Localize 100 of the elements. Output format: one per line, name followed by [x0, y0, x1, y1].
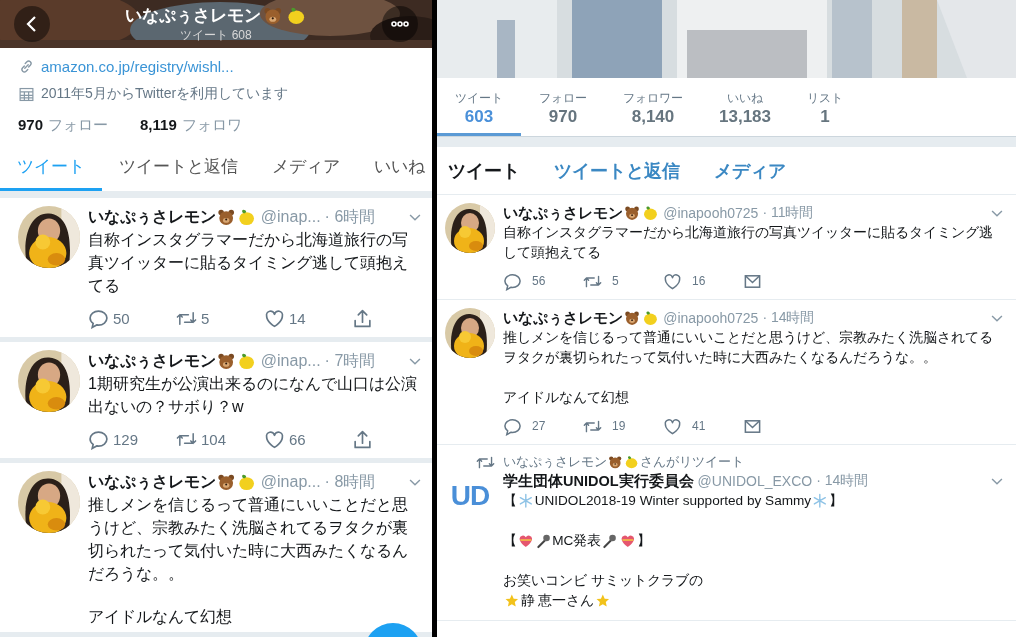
tweet-time: · 8時間	[324, 471, 376, 492]
like-button[interactable]: 16	[663, 268, 743, 294]
reply-button[interactable]: 50	[88, 303, 176, 333]
heart-icon	[518, 533, 534, 549]
snowflake-icon	[518, 493, 534, 509]
tweet-text: UNIDOL2018-19 Winter supported by Sammy	[534, 492, 812, 510]
user-handle: @inap...	[260, 352, 321, 370]
tab[interactable]: いいね	[357, 144, 432, 191]
tab[interactable]: メディア	[255, 144, 357, 191]
tweet-text: 】	[828, 492, 843, 510]
like-button[interactable]: 14	[264, 303, 352, 333]
user-name: いなぷぅさレモン	[88, 206, 216, 228]
bear-icon	[217, 207, 236, 227]
microphone-icon	[535, 533, 552, 549]
lemon-icon	[237, 351, 256, 371]
tweet-count: ツイート 608	[180, 27, 252, 44]
website-link[interactable]: amazon.co.jp/registry/wishl...	[41, 57, 234, 75]
profile-name: いなぷぅさレモン	[125, 5, 262, 27]
link-icon	[18, 57, 35, 75]
user-name: いなぷぅさレモン	[503, 308, 623, 328]
joined-date: 2011年5月からTwitterを利用しています	[41, 85, 289, 103]
tweet-text: 自称インスタグラマーだから北海道旅行の写真ツイッターに貼るタイミング逃して頭抱えてる	[503, 224, 994, 262]
tweet-text: 1期研究生が公演出来るのになんで山口は公演出ないの？サボり？w	[88, 374, 418, 417]
tweet-text: 静 恵一さん	[520, 592, 595, 610]
user-handle: @inapooh0725	[663, 205, 759, 221]
star-icon	[504, 593, 520, 609]
user-name: 学生団体UNIDOL実行委員会	[503, 471, 694, 491]
tweet-text: 推しメンを信じるって普通にいいことだと思うけど、宗教みたく洗脳されてるヲタクが裏切られたって気付いた時に大西みたくなるんだろうな。。	[503, 329, 994, 367]
tab[interactable]: ツイートと返信	[102, 144, 255, 191]
like-icon	[264, 307, 285, 329]
retweet-note: さんがリツイート	[639, 453, 744, 471]
tweet-time: · 6時間	[324, 206, 376, 227]
reply-button[interactable]: 56	[503, 268, 583, 294]
like-icon	[264, 428, 285, 450]
lemon-icon	[642, 204, 659, 222]
tweet-text: 推しメンを信じるって普通にいいことだと思うけど、宗教みたく洗脳されてるヲタクが裏切られたって気付いた時に大西みたくなるんだろうな。。	[88, 495, 409, 584]
tweet-text: アイドルなんて幻想	[503, 389, 629, 407]
tweet-time: · 7時間	[324, 350, 376, 371]
star-icon	[595, 593, 612, 609]
user-name: いなぷぅさレモン	[88, 471, 216, 493]
retweet-button[interactable]: 104	[176, 424, 264, 454]
bear-icon	[608, 454, 623, 470]
retweet-note: いなぷぅさレモン	[503, 453, 607, 471]
user-name: いなぷぅさレモン	[503, 203, 623, 223]
stat-tab[interactable]: フォロー 970	[521, 78, 605, 136]
tab[interactable]: ツイート	[448, 158, 520, 183]
bear-icon	[217, 472, 236, 492]
reply-button[interactable]: 27	[503, 413, 583, 439]
lemon-icon	[237, 207, 256, 227]
user-handle: @inapooh0725	[663, 310, 759, 326]
bear-icon	[263, 5, 283, 26]
back-button[interactable]	[14, 6, 50, 42]
stat-tab[interactable]: いいね 13,183	[701, 78, 789, 136]
heart-icon	[620, 533, 636, 549]
follow-count-link[interactable]: 8,119 フォロワ	[140, 115, 242, 135]
like-button[interactable]: 66	[264, 424, 352, 454]
like-icon	[663, 416, 682, 436]
share-icon	[352, 428, 373, 450]
tweet-text: 自称インスタグラマーだから北海道旅行の写真ツイッターに貼るタイミング逃して頭抱えてる	[88, 230, 409, 296]
bear-icon	[624, 309, 641, 327]
tweet-text: 】	[636, 532, 651, 550]
reply-icon	[503, 416, 522, 436]
share-icon	[352, 307, 373, 329]
like-icon	[663, 271, 682, 291]
follow-count-link[interactable]: 970 フォロー	[18, 115, 109, 135]
stat-tab[interactable]: リスト 1	[789, 78, 861, 136]
tab[interactable]: メディア	[714, 158, 786, 183]
user-name: いなぷぅさレモン	[88, 350, 216, 372]
user-handle: @inap...	[260, 473, 321, 491]
bear-icon	[624, 204, 641, 222]
bear-icon	[217, 351, 236, 371]
lemon-icon	[624, 454, 639, 470]
tweet-time: · 14時間	[816, 472, 869, 490]
snowflake-icon	[812, 493, 828, 509]
microphone-icon	[602, 533, 619, 549]
logo: UD	[449, 479, 491, 513]
reply-button[interactable]: 129	[88, 424, 176, 454]
tweet-text: お笑いコンビ サミットクラブの	[503, 572, 703, 590]
lemon-icon	[286, 5, 306, 26]
tweet-text: 【	[503, 492, 517, 510]
retweet-button[interactable]: 5	[583, 268, 663, 294]
reply-icon	[503, 271, 522, 291]
like-button[interactable]: 41	[663, 413, 743, 439]
stat-tab[interactable]: フォロワー 8,140	[605, 78, 701, 136]
calendar-icon	[18, 85, 35, 103]
tab[interactable]: ツイートと返信	[554, 158, 680, 183]
tweet-text: 【	[503, 532, 517, 550]
tweet-time: · 14時間	[762, 309, 815, 327]
more-button[interactable]	[382, 6, 418, 42]
retweet-button[interactable]: 5	[176, 303, 264, 333]
lemon-icon	[642, 309, 659, 327]
reply-icon	[88, 307, 109, 329]
tweet-text: アイドルなんて幻想	[88, 607, 232, 627]
tweet-text: MC発表	[552, 532, 602, 550]
user-handle: @inap...	[260, 208, 321, 226]
retweet-button[interactable]: 19	[583, 413, 663, 439]
user-handle: @UNIDOL_EXCO	[697, 473, 813, 489]
tweet-time: · 11時間	[762, 204, 814, 222]
lemon-icon	[237, 472, 256, 492]
reply-icon	[88, 428, 109, 450]
